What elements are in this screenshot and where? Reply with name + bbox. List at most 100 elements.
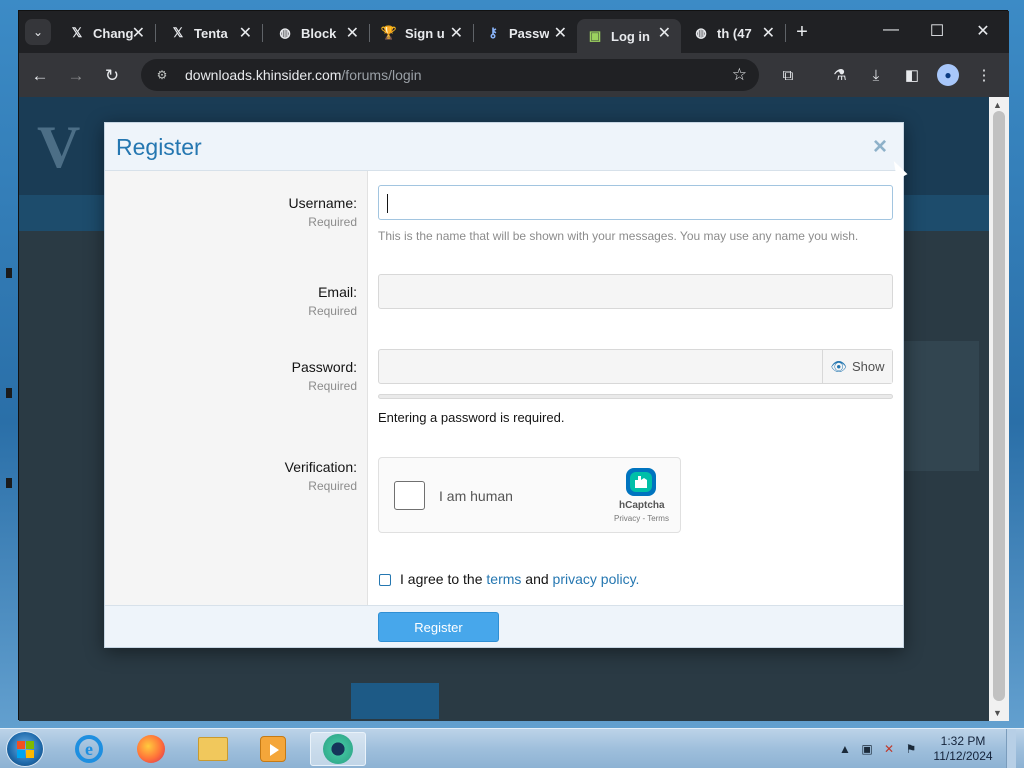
hcaptcha-logo-icon xyxy=(626,468,656,496)
password-input[interactable]: 👁 Show xyxy=(378,349,893,384)
email-required: Required xyxy=(308,304,357,318)
tab-title: Tenta xyxy=(194,25,228,41)
terms-link[interactable]: terms xyxy=(486,571,521,587)
x-logo-icon: 𝕏 xyxy=(71,25,83,40)
close-window-button[interactable]: ✕ xyxy=(971,21,995,41)
tab-close-icon[interactable]: ✕ xyxy=(658,23,671,43)
address-bar[interactable]: ⚙ downloads.khinsider.com/forums/login ☆ xyxy=(141,59,759,91)
tab-title: Block xyxy=(301,25,337,41)
tab-close-icon[interactable]: ✕ xyxy=(450,23,463,43)
taskbar-firefox[interactable] xyxy=(128,732,174,766)
new-tab-button[interactable]: + xyxy=(791,21,813,44)
url-host: downloads.khinsider.com xyxy=(185,67,342,83)
tab-close-icon[interactable]: ✕ xyxy=(346,23,359,43)
privacy-policy-link[interactable]: privacy policy xyxy=(553,571,636,587)
tab-1[interactable]: 𝕏 Chang ✕ xyxy=(59,19,156,47)
agree-prefix: I agree to the xyxy=(400,571,487,587)
extensions-icon[interactable]: ⧉ xyxy=(777,65,799,87)
tab-close-icon[interactable]: ✕ xyxy=(132,23,145,43)
tab-separator xyxy=(473,24,474,42)
site-logo: V xyxy=(37,114,81,180)
captcha-links[interactable]: Privacy - Terms xyxy=(614,514,669,523)
captcha-checkbox[interactable] xyxy=(394,481,425,510)
globe-icon: ◍ xyxy=(279,25,291,40)
download-icon[interactable]: ⤓ xyxy=(865,65,887,87)
forward-button[interactable]: → xyxy=(65,65,87,87)
tab-title: Log in xyxy=(611,28,650,44)
username-required: Required xyxy=(308,215,357,229)
x-logo-icon: 𝕏 xyxy=(172,25,184,40)
register-dialog: Register × Username: Required This is th… xyxy=(104,122,904,648)
scroll-up-arrow-icon[interactable]: ▲ xyxy=(993,100,1002,110)
bookmark-star-icon[interactable]: ☆ xyxy=(732,65,747,85)
site-favicon-icon: ▣ xyxy=(588,28,602,43)
maximize-button[interactable]: ☐ xyxy=(925,21,949,41)
captcha-label: I am human xyxy=(439,488,513,504)
back-button[interactable]: ← xyxy=(29,65,51,87)
username-input[interactable] xyxy=(378,185,893,220)
username-hint: This is the name that will be shown with… xyxy=(378,229,859,243)
clock-time: 1:32 PM xyxy=(940,734,986,748)
site-info-icon[interactable]: ⚙ xyxy=(153,66,171,84)
tab-close-icon[interactable]: ✕ xyxy=(239,23,252,43)
close-icon[interactable]: × xyxy=(873,133,887,161)
url-path: /forums/login xyxy=(341,67,422,83)
clock[interactable]: 1:32 PM 11/12/2024 xyxy=(928,734,998,764)
taskbar-chrome[interactable] xyxy=(310,732,366,766)
agree-middle: and xyxy=(521,571,553,587)
reload-button[interactable]: ↻ xyxy=(101,65,123,87)
tab-strip: ⌄ 𝕏 Chang ✕ 𝕏 Tenta ✕ ◍ Block ✕ 🏆 Sign u… xyxy=(19,11,1009,53)
menu-kebab-icon[interactable]: ⋮ xyxy=(973,65,995,87)
username-label: Username: xyxy=(288,195,357,211)
email-input[interactable] xyxy=(378,274,893,309)
tab-separator xyxy=(262,24,263,42)
taskbar-internet-explorer[interactable]: e xyxy=(66,732,112,766)
tab-3[interactable]: ◍ Block ✕ xyxy=(267,19,370,47)
tab-close-icon[interactable]: ✕ xyxy=(554,23,567,43)
side-panel-icon[interactable]: ◧ xyxy=(901,65,923,87)
show-desktop-button[interactable] xyxy=(1006,729,1016,768)
tab-7[interactable]: ◍ th (47 ✕ xyxy=(683,19,786,47)
desktop-icon-fragment xyxy=(6,388,12,398)
agree-suffix: . xyxy=(635,571,640,587)
folder-icon xyxy=(198,737,228,761)
tab-5[interactable]: ⚷ Passw ✕ xyxy=(475,19,577,47)
network-icon[interactable]: ▣ xyxy=(858,742,876,756)
tab-separator xyxy=(785,24,786,42)
labs-flask-icon[interactable]: ⚗ xyxy=(829,65,851,87)
hcaptcha-widget: I am human hCaptcha Privacy - Terms xyxy=(378,457,681,533)
register-button[interactable]: Register xyxy=(378,612,499,642)
clock-date: 11/12/2024 xyxy=(933,749,993,763)
tab-2[interactable]: 𝕏 Tenta ✕ xyxy=(160,19,263,47)
verification-required: Required xyxy=(308,479,357,493)
key-icon: ⚷ xyxy=(488,25,498,40)
volume-muted-icon[interactable]: ✕ xyxy=(880,742,898,756)
tab-title: Sign u xyxy=(405,25,445,41)
show-password-button[interactable]: 👁 Show xyxy=(822,350,892,383)
dialog-title: Register xyxy=(116,134,202,160)
tab-6-active[interactable]: ▣ Log in ✕ xyxy=(577,19,681,53)
dialog-footer: Register xyxy=(105,605,903,647)
minimize-button[interactable]: — xyxy=(879,21,903,39)
dialog-header: Register × xyxy=(105,123,903,171)
tab-search-button[interactable]: ⌄ xyxy=(25,19,51,45)
page-scrollbar[interactable]: ▲ ▼ xyxy=(989,97,1009,721)
tab-close-icon[interactable]: ✕ xyxy=(762,23,775,43)
tab-4[interactable]: 🏆 Sign u ✕ xyxy=(371,19,474,47)
captcha-brand: hCaptcha xyxy=(619,500,665,511)
profile-avatar-icon[interactable]: ● xyxy=(937,64,959,86)
trophy-icon: 🏆 xyxy=(380,25,398,40)
globe-icon: ◍ xyxy=(695,25,707,40)
action-center-flag-icon[interactable]: ⚑ xyxy=(902,742,920,756)
tray-expand-icon[interactable]: ▲ xyxy=(836,742,854,756)
agree-checkbox[interactable] xyxy=(379,574,391,586)
start-button[interactable] xyxy=(6,731,44,767)
scroll-thumb[interactable] xyxy=(993,111,1005,701)
url-text: downloads.khinsider.com/forums/login xyxy=(185,67,422,83)
taskbar-media-player[interactable] xyxy=(250,732,296,766)
scroll-down-arrow-icon[interactable]: ▼ xyxy=(993,708,1002,718)
tab-title: th (47 xyxy=(717,25,752,41)
password-note: Entering a password is required. xyxy=(378,410,565,425)
firefox-icon xyxy=(137,735,165,763)
taskbar-explorer[interactable] xyxy=(190,732,236,766)
